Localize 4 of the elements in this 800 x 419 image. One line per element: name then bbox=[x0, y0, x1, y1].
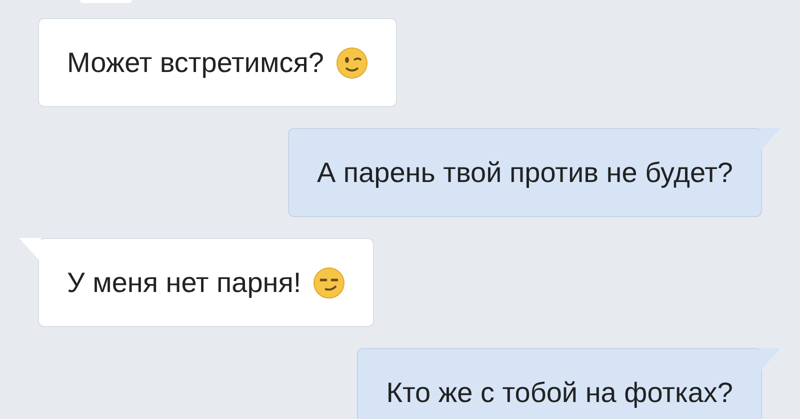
message-text: А парень твой против не будет? bbox=[316, 156, 733, 190]
message-text: Может встретимся? bbox=[67, 46, 324, 80]
message-text: У меня нет парня! bbox=[67, 266, 302, 300]
message-text: Кто же с тобой на фотках? bbox=[386, 376, 733, 410]
